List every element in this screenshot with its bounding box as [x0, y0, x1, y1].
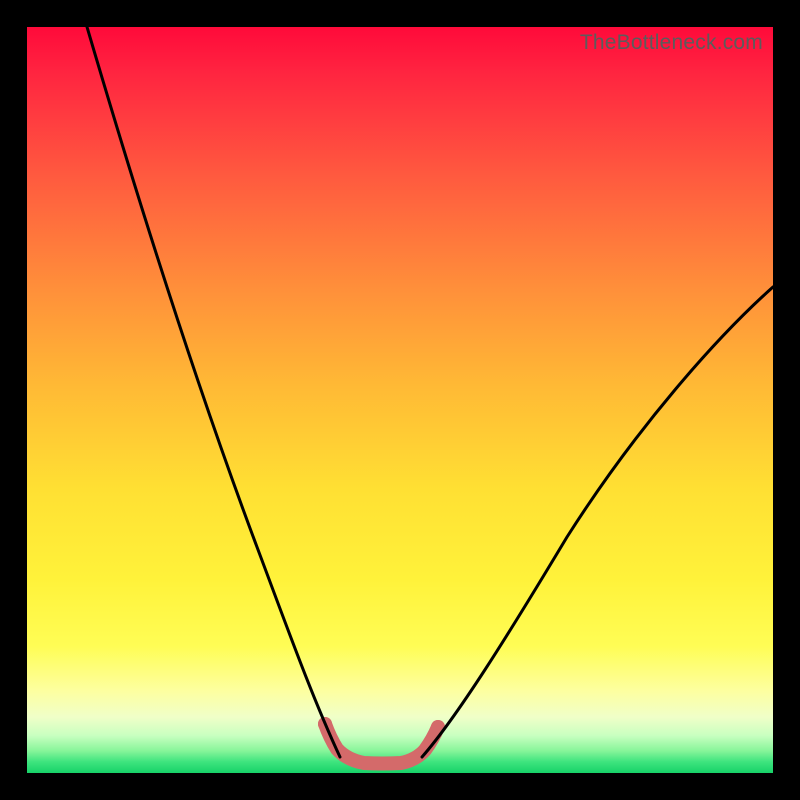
curve-layer: [27, 27, 773, 773]
curve-right-arm: [422, 287, 773, 757]
plot-area: TheBottleneck.com: [27, 27, 773, 773]
curve-left-arm: [87, 27, 340, 757]
chart-frame: TheBottleneck.com: [0, 0, 800, 800]
